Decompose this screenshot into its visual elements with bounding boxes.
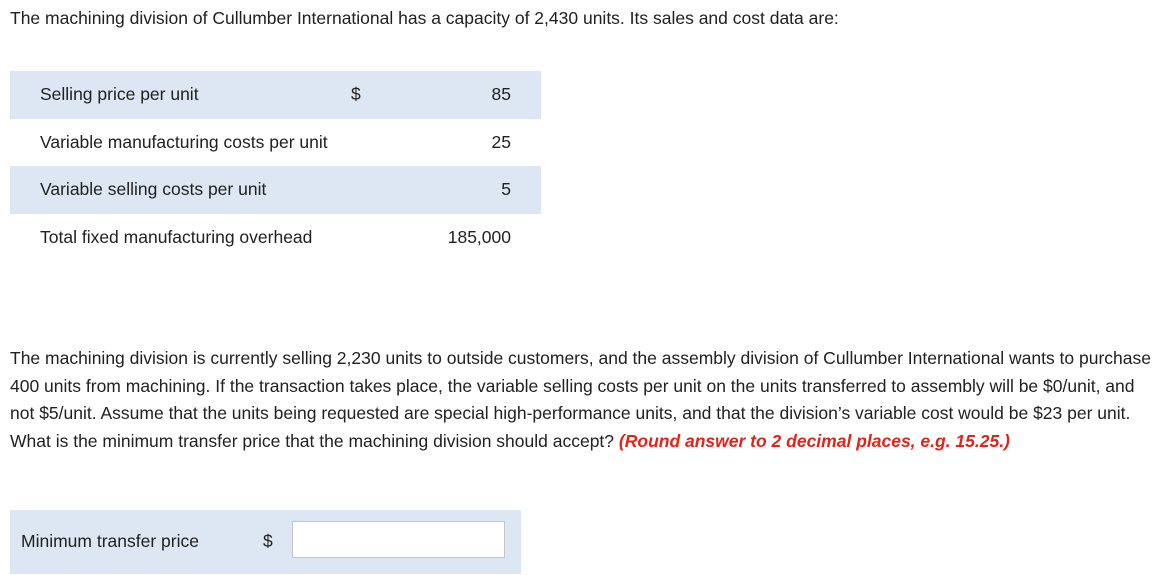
- table-row: Selling price per unit $ 85: [10, 71, 541, 119]
- row-value: 85: [411, 71, 541, 119]
- currency-symbol: $: [263, 531, 273, 551]
- minimum-transfer-price-input[interactable]: [292, 521, 505, 558]
- currency-symbol: [351, 166, 411, 214]
- row-label: Selling price per unit: [10, 71, 351, 119]
- table-row: Variable selling costs per unit 5: [10, 166, 541, 214]
- row-label: Total fixed manufacturing overhead: [40, 226, 313, 247]
- row-label: Variable selling costs per unit: [10, 166, 351, 214]
- currency-symbol: $: [351, 71, 411, 119]
- currency-symbol: [351, 214, 411, 262]
- table-row: Variable manufacturing costs per unit 25: [10, 119, 541, 167]
- answer-label: Minimum transfer price: [21, 531, 199, 551]
- row-value: 185,000: [447, 226, 511, 247]
- row-value: 5: [411, 166, 541, 214]
- cost-data-table: Selling price per unit $ 85 Variable man…: [10, 71, 541, 261]
- row-label: Variable manufacturing costs per unit: [40, 131, 328, 152]
- row-value: 25: [491, 131, 511, 152]
- intro-text: The machining division of Cullumber Inte…: [10, 8, 839, 28]
- rounding-hint: (Round answer to 2 decimal places, e.g. …: [618, 430, 1010, 451]
- currency-symbol: [351, 119, 411, 167]
- table-row: Total fixed manufacturing overhead 185,0…: [10, 214, 541, 262]
- question-text: The machining division is currently sell…: [10, 345, 1162, 455]
- answer-panel: Minimum transfer price $: [10, 510, 521, 574]
